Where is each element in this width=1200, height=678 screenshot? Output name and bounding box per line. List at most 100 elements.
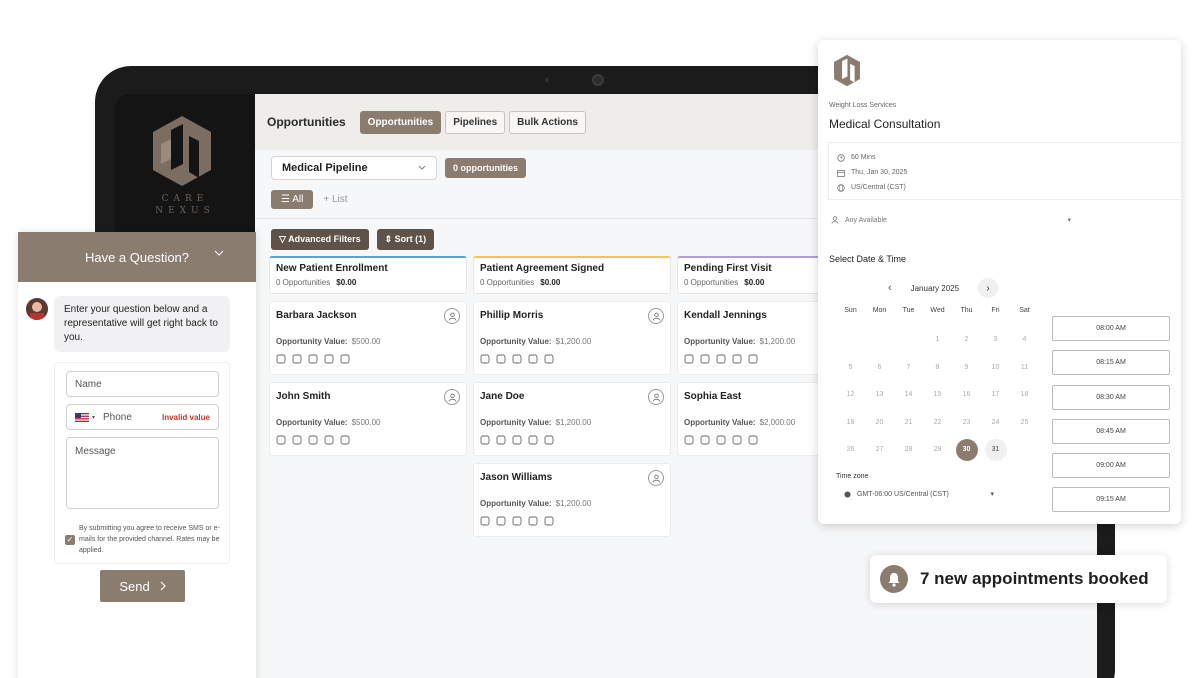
pipeline-column: Patient Agreement Signed 0 Opportunities $… [473,256,671,537]
tab-pipelines[interactable]: Pipelines [445,110,506,134]
checkbox-icon[interactable] [732,435,742,445]
calendar-icon[interactable] [544,354,554,364]
pipeline-select-value: Medical Pipeline [282,162,368,174]
document-icon[interactable] [512,516,522,526]
advanced-filters-button[interactable]: ▽ Advanced Filters [271,229,369,250]
checkbox-icon[interactable] [324,354,334,364]
plus-icon: + [323,194,332,205]
opportunity-card[interactable]: Phillip Morris Opportunity Value: $1,200.0… [473,301,671,375]
chat-icon[interactable] [480,354,490,364]
opportunity-card[interactable]: Jane Doe Opportunity Value: $1,200.00 [473,382,671,456]
calendar-day: 4 [1010,326,1039,354]
column-count: 0 Opportunities [480,278,535,287]
calendar-day-selected[interactable]: 30 [952,436,981,464]
opportunity-card[interactable]: Barbara Jackson Opportunity Value: $500.00 [269,301,467,375]
checkbox-icon[interactable] [528,354,538,364]
tag-icon[interactable] [700,354,710,364]
opportunity-card[interactable]: John Smith Opportunity Value: $500.00 [269,382,467,456]
day-number: 3 [993,336,998,344]
checkbox-icon[interactable] [528,516,538,526]
document-icon[interactable] [308,435,318,445]
tag-icon[interactable] [496,516,506,526]
day-number: 2 [964,336,969,344]
card-actions [480,435,664,445]
assign-user-icon[interactable] [648,470,664,486]
value-amount: $1,200.00 [555,418,592,427]
time-slot-button[interactable]: 09:15 AM [1052,487,1170,513]
value-label: Opportunity Value: [684,337,756,346]
calendar-icon [837,169,845,177]
tag-icon[interactable] [292,435,302,445]
tag-icon[interactable] [496,354,506,364]
tag-icon[interactable] [292,354,302,364]
us-flag-icon[interactable] [75,412,89,422]
document-icon[interactable] [512,435,522,445]
day-number: 7 [906,363,911,371]
pipeline-select[interactable]: Medical Pipeline [271,156,437,180]
calendar-icon[interactable] [340,435,350,445]
checkbox-icon[interactable] [528,435,538,445]
calendar-day: 23 [952,409,981,437]
time-slot-button[interactable]: 08:30 AM [1052,384,1170,410]
timezone-row: US/Central (CST) [829,180,1181,195]
chat-icon[interactable] [480,516,490,526]
time-slot-button[interactable]: 09:00 AM [1052,453,1170,479]
chat-icon[interactable] [480,435,490,445]
document-icon[interactable] [716,435,726,445]
checkbox-icon[interactable] [732,354,742,364]
calendar-icon[interactable] [544,516,554,526]
chat-icon[interactable] [276,354,286,364]
service-title: Medical Consultation [829,117,941,131]
opportunity-value: Opportunity Value: $500.00 [276,337,460,346]
assign-user-icon[interactable] [444,308,460,324]
time-slot-button[interactable]: 08:15 AM [1052,350,1170,376]
calendar-icon[interactable] [544,435,554,445]
document-icon[interactable] [512,354,522,364]
checkbox-icon[interactable] [324,435,334,445]
country-caret-icon[interactable]: ▾ [92,414,95,421]
next-month-button[interactable]: › [978,278,998,298]
chat-header[interactable]: Have a Question? [18,232,256,282]
column-header: New Patient Enrollment 0 Opportunities $0.… [269,256,467,294]
phone-field[interactable]: ▾ Phone Invalid value [66,404,219,430]
calendar-icon[interactable] [748,435,758,445]
calendar-day: 17 [981,381,1010,409]
sort-button[interactable]: ⇕ Sort (1) [376,229,435,250]
tag-icon[interactable] [496,435,506,445]
view-all-button[interactable]: ☰ All [271,190,314,209]
page-title: Opportunities [267,115,346,129]
chat-icon[interactable] [684,435,694,445]
chat-icon[interactable] [684,354,694,364]
consent-checkbox[interactable]: ✓ [65,535,75,545]
tab-bulk-actions[interactable]: Bulk Actions [509,110,586,134]
day-number: 1 [935,336,940,344]
calendar-icon[interactable] [340,354,350,364]
assign-user-icon[interactable] [648,389,664,405]
tab-opportunities[interactable]: Opportunities [359,110,442,134]
user-icon [831,216,839,224]
calendar-day-available[interactable]: 31 [981,436,1010,464]
staff-select[interactable]: Any Available ▾ [831,216,1071,224]
view-list-button[interactable]: + List [323,194,347,205]
document-icon[interactable] [308,354,318,364]
chat-icon[interactable] [276,435,286,445]
time-slot-button[interactable]: 08:00 AM [1052,316,1170,341]
calendar-day: 26 [836,436,865,464]
opportunity-card[interactable]: Jason Williams Opportunity Value: $1,200.0… [473,463,671,537]
chevron-down-icon[interactable] [214,250,224,256]
duration-row: 60 Mins [829,150,1181,165]
document-icon[interactable] [716,354,726,364]
assign-user-icon[interactable] [648,308,664,324]
assign-user-icon[interactable] [444,389,460,405]
message-field[interactable]: Message [66,437,219,509]
calendar-icon[interactable] [748,354,758,364]
prev-month-button[interactable]: ‹ [888,282,892,294]
time-slot-button[interactable]: 08:45 AM [1052,418,1170,444]
calendar-day: 18 [1010,381,1039,409]
tag-icon[interactable] [700,435,710,445]
send-button[interactable]: Send [100,570,185,602]
column-summary: 0 Opportunities $0.00 [276,278,460,287]
timezone-select[interactable]: GMT-06:00 US/Central (CST) ▾ [844,490,994,498]
name-field[interactable]: Name [66,371,219,397]
weekday-label: Wed [930,307,945,314]
